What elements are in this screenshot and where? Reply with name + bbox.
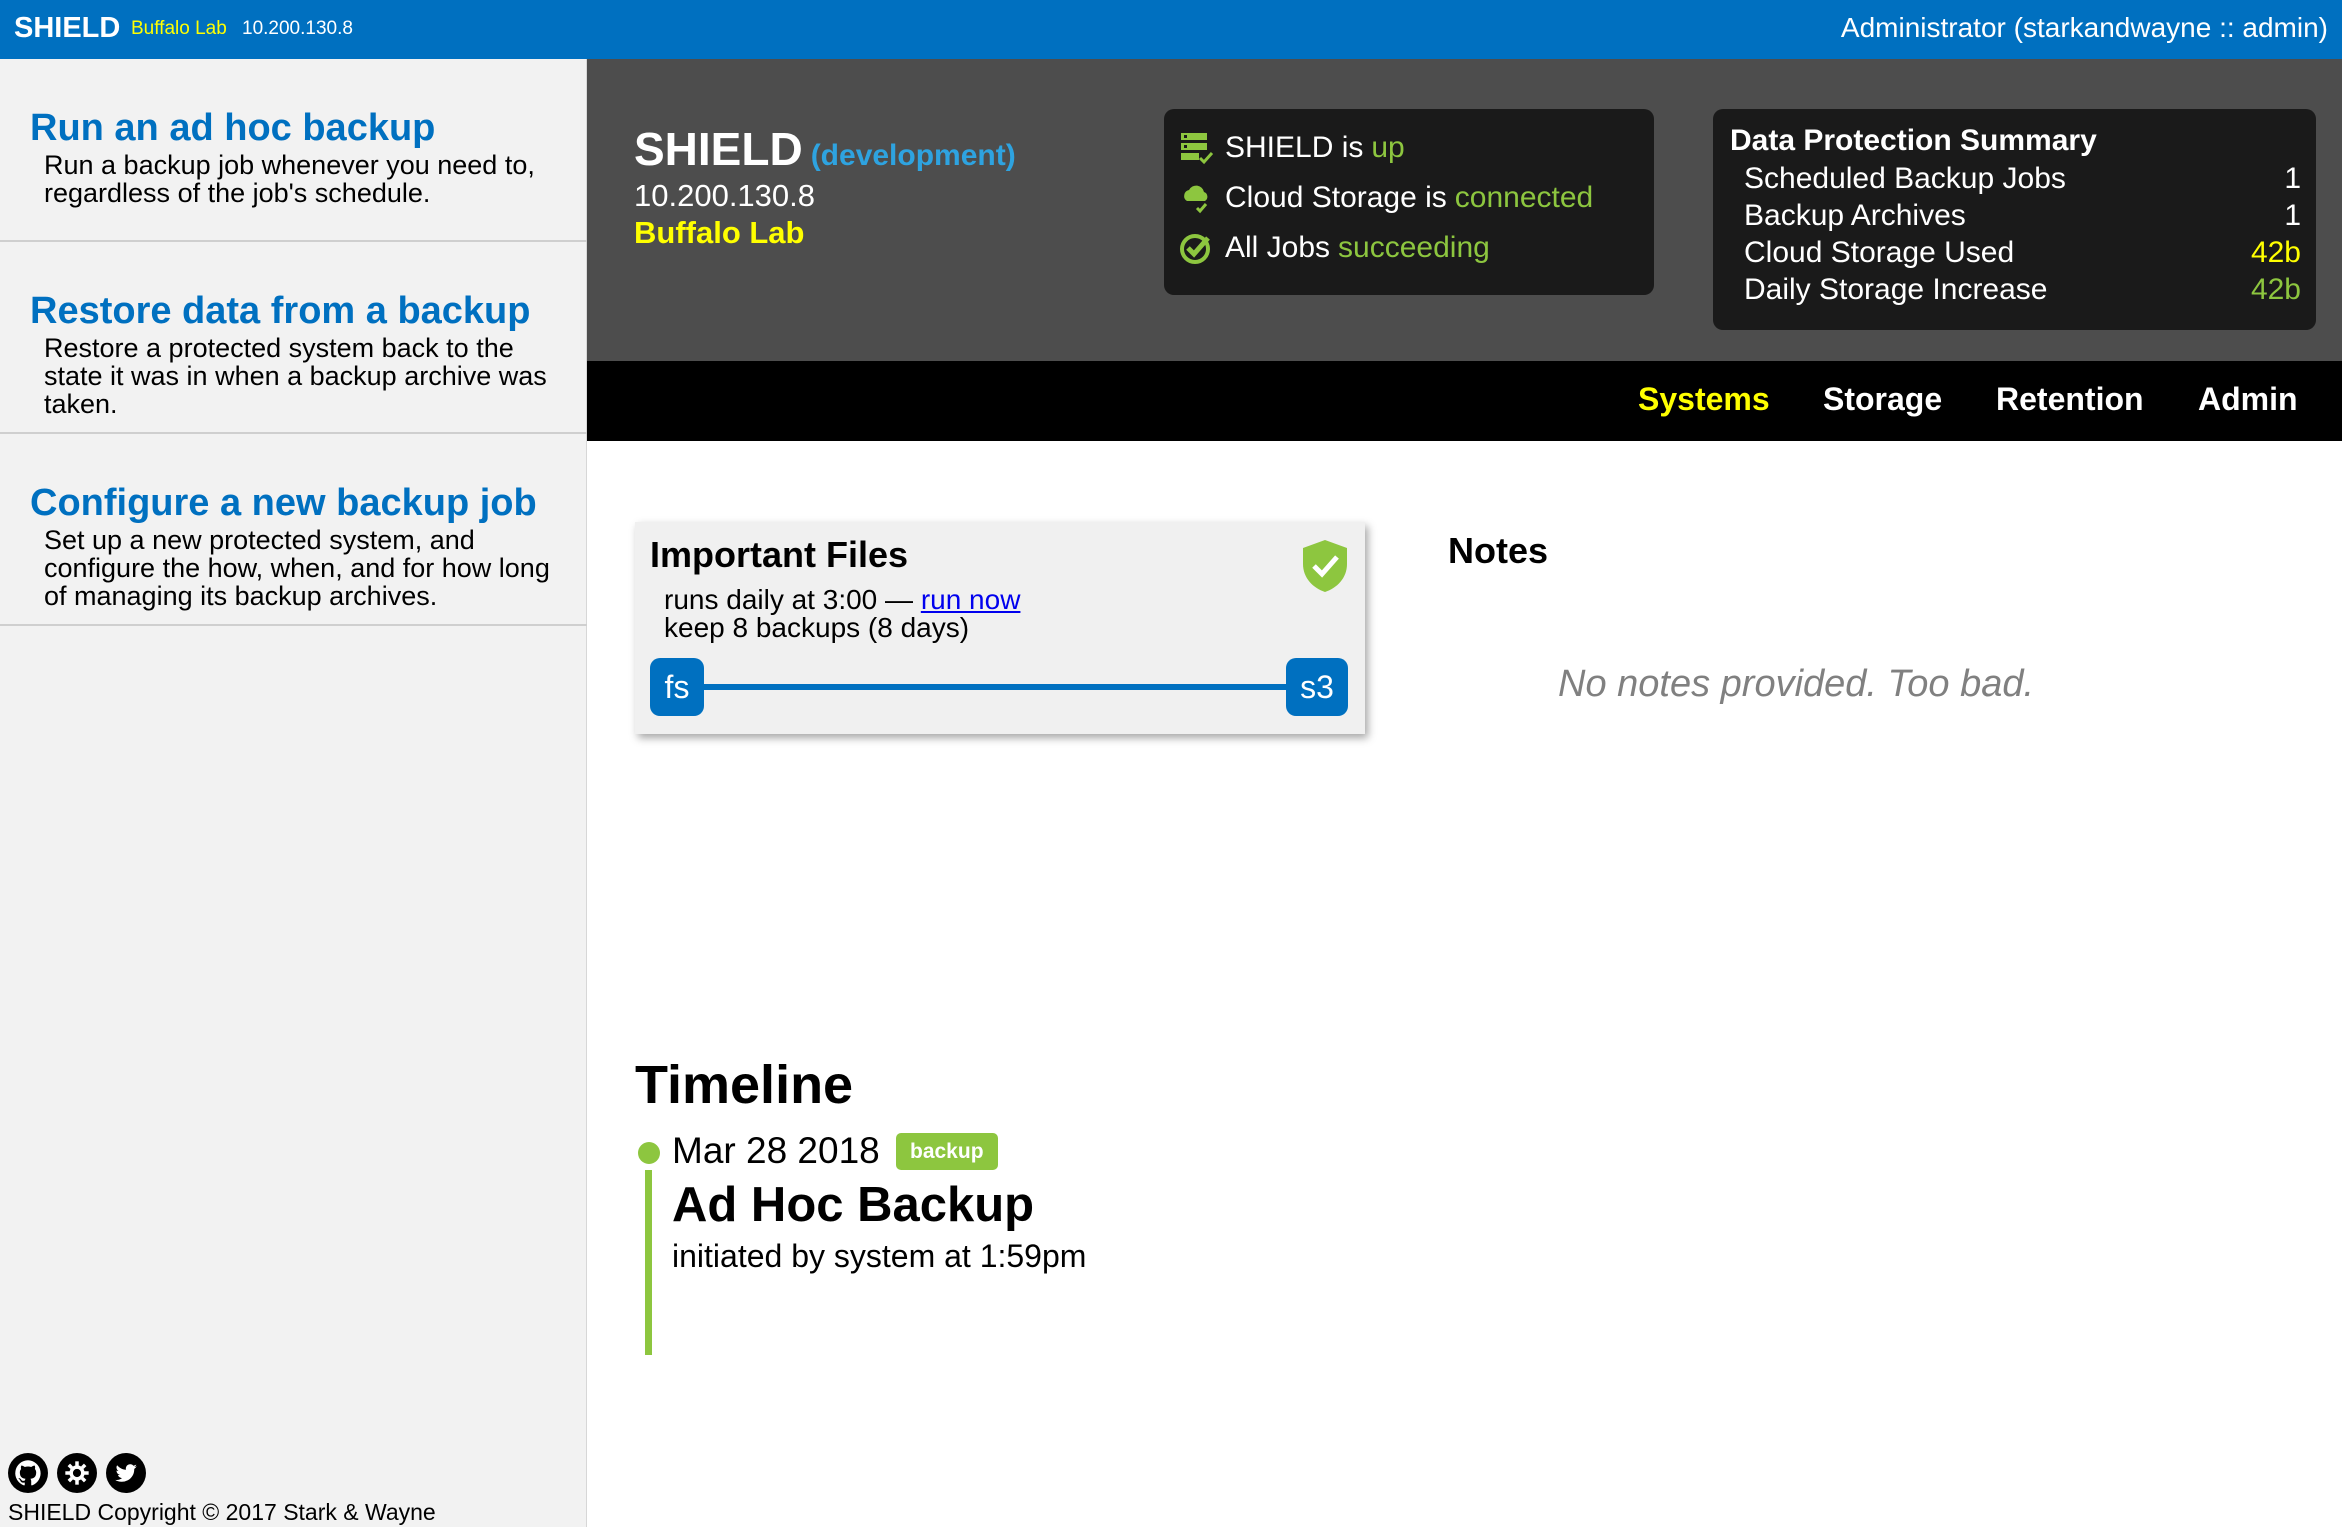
timeline-date: Mar 28 2018 [672,1130,880,1171]
timeline-dot [638,1142,660,1164]
github-icon[interactable] [8,1453,48,1493]
top-bar: SHIELD Buffalo Lab 10.200.130.8 Administ… [0,0,2342,59]
summary-row: Cloud Storage Used 42b [1744,236,2301,270]
check-circle-icon [1180,234,1210,264]
main-nav: Systems Storage Retention Admin [587,361,2342,441]
sidebar-item-title[interactable]: Restore data from a backup [30,290,530,333]
cloud-check-icon [1184,185,1208,214]
run-now-link[interactable]: run now [921,584,1021,615]
system-lab: Buffalo Lab [634,215,805,250]
sidebar-item-restore[interactable]: Restore data from a backup Restore a pro… [0,242,587,434]
summary-row: Daily Storage Increase 42b [1744,273,2301,307]
brand-logo[interactable]: SHIELD [14,12,120,45]
sidebar: Run an ad hoc backup Run a backup job wh… [0,59,587,1527]
status-label: Cloud Storage is [1225,181,1447,214]
job-schedule-text: runs daily at 3:00 — [664,584,914,615]
summary-row: Backup Archives 1 [1744,199,2301,233]
status-value: connected [1454,181,1594,214]
timeline-title: Timeline [635,1055,854,1115]
summary-row: Scheduled Backup Jobs 1 [1744,162,2301,196]
sidebar-item-title[interactable]: Configure a new backup job [30,482,537,525]
summary-title: Data Protection Summary [1730,124,2097,157]
summary-label: Backup Archives [1744,199,1966,232]
status-row-jobs: All Jobs succeeding [1179,231,1490,265]
sidebar-item-configure-job[interactable]: Configure a new backup job Set up a new … [0,434,587,626]
tab-storage[interactable]: Storage [1823,381,1942,418]
timeline-event-title[interactable]: Ad Hoc Backup [672,1177,1034,1233]
sidebar-item-adhoc-backup[interactable]: Run an ad hoc backup Run a backup job wh… [0,59,587,242]
status-label: SHIELD is [1225,131,1364,164]
tab-admin[interactable]: Admin [2198,381,2298,418]
server-check-icon [1181,133,1213,165]
summary-label: Daily Storage Increase [1744,273,2048,306]
status-value: up [1371,131,1405,164]
sidebar-item-description: Run a backup job whenever you need to, r… [44,150,535,208]
tab-systems[interactable]: Systems [1638,381,1770,418]
settings-gear-icon[interactable] [57,1453,97,1493]
status-row-shield: SHIELD is up [1179,131,1405,165]
status-value: succeeding [1338,231,1490,264]
ip-label: 10.200.130.8 [242,18,353,39]
status-panel: SHIELD is up Cloud Storage is connected … [1164,109,1654,295]
summary-value: 42b [2250,273,2301,306]
summary-label: Cloud Storage Used [1744,236,2015,269]
timeline-line [645,1170,652,1355]
status-label: All Jobs [1225,231,1331,264]
notes-title: Notes [1448,530,1549,571]
summary-panel: Data Protection Summary Scheduled Backup… [1713,109,2316,330]
summary-value: 1 [2284,199,2301,232]
system-env: (development) [810,139,1016,172]
user-menu[interactable]: Administrator (starkandwayne :: admin) [1841,12,2328,44]
timeline-event-subtitle: initiated by system at 1:59pm [672,1238,1087,1274]
summary-value: 42b [2250,236,2301,269]
sidebar-item-description: Restore a protected system back to the s… [44,333,547,419]
system-name: SHIELD (development) [634,122,1016,176]
status-row-cloud: Cloud Storage is connected [1179,181,1593,215]
shield-check-icon [1303,540,1347,592]
sidebar-item-description: Set up a new protected system, and confi… [44,525,550,611]
system-name-text: SHIELD [634,123,803,175]
pipeline-line [695,684,1315,690]
job-card[interactable]: Important Files runs daily at 3:00 — run… [635,522,1365,734]
pipeline-source: fs [650,658,704,716]
system-header: SHIELD (development) 10.200.130.8 Buffalo… [587,59,2342,361]
environment-label: Buffalo Lab [131,18,227,39]
job-retention: keep 8 backups (8 days) [664,612,970,643]
tab-retention[interactable]: Retention [1996,381,2144,418]
notes-empty-message: No notes provided. Too bad. [1558,663,2035,705]
summary-label: Scheduled Backup Jobs [1744,162,2066,195]
timeline-badge: backup [896,1133,998,1170]
twitter-icon[interactable] [106,1453,146,1493]
footer-icons [8,1453,146,1493]
copyright: SHIELD Copyright © 2017 Stark & Wayne [8,1499,436,1525]
pipeline-target: s3 [1286,658,1348,716]
job-title: Important Files [650,534,909,575]
system-ip: 10.200.130.8 [634,178,816,213]
summary-value: 1 [2284,162,2301,195]
sidebar-item-title[interactable]: Run an ad hoc backup [30,107,435,150]
